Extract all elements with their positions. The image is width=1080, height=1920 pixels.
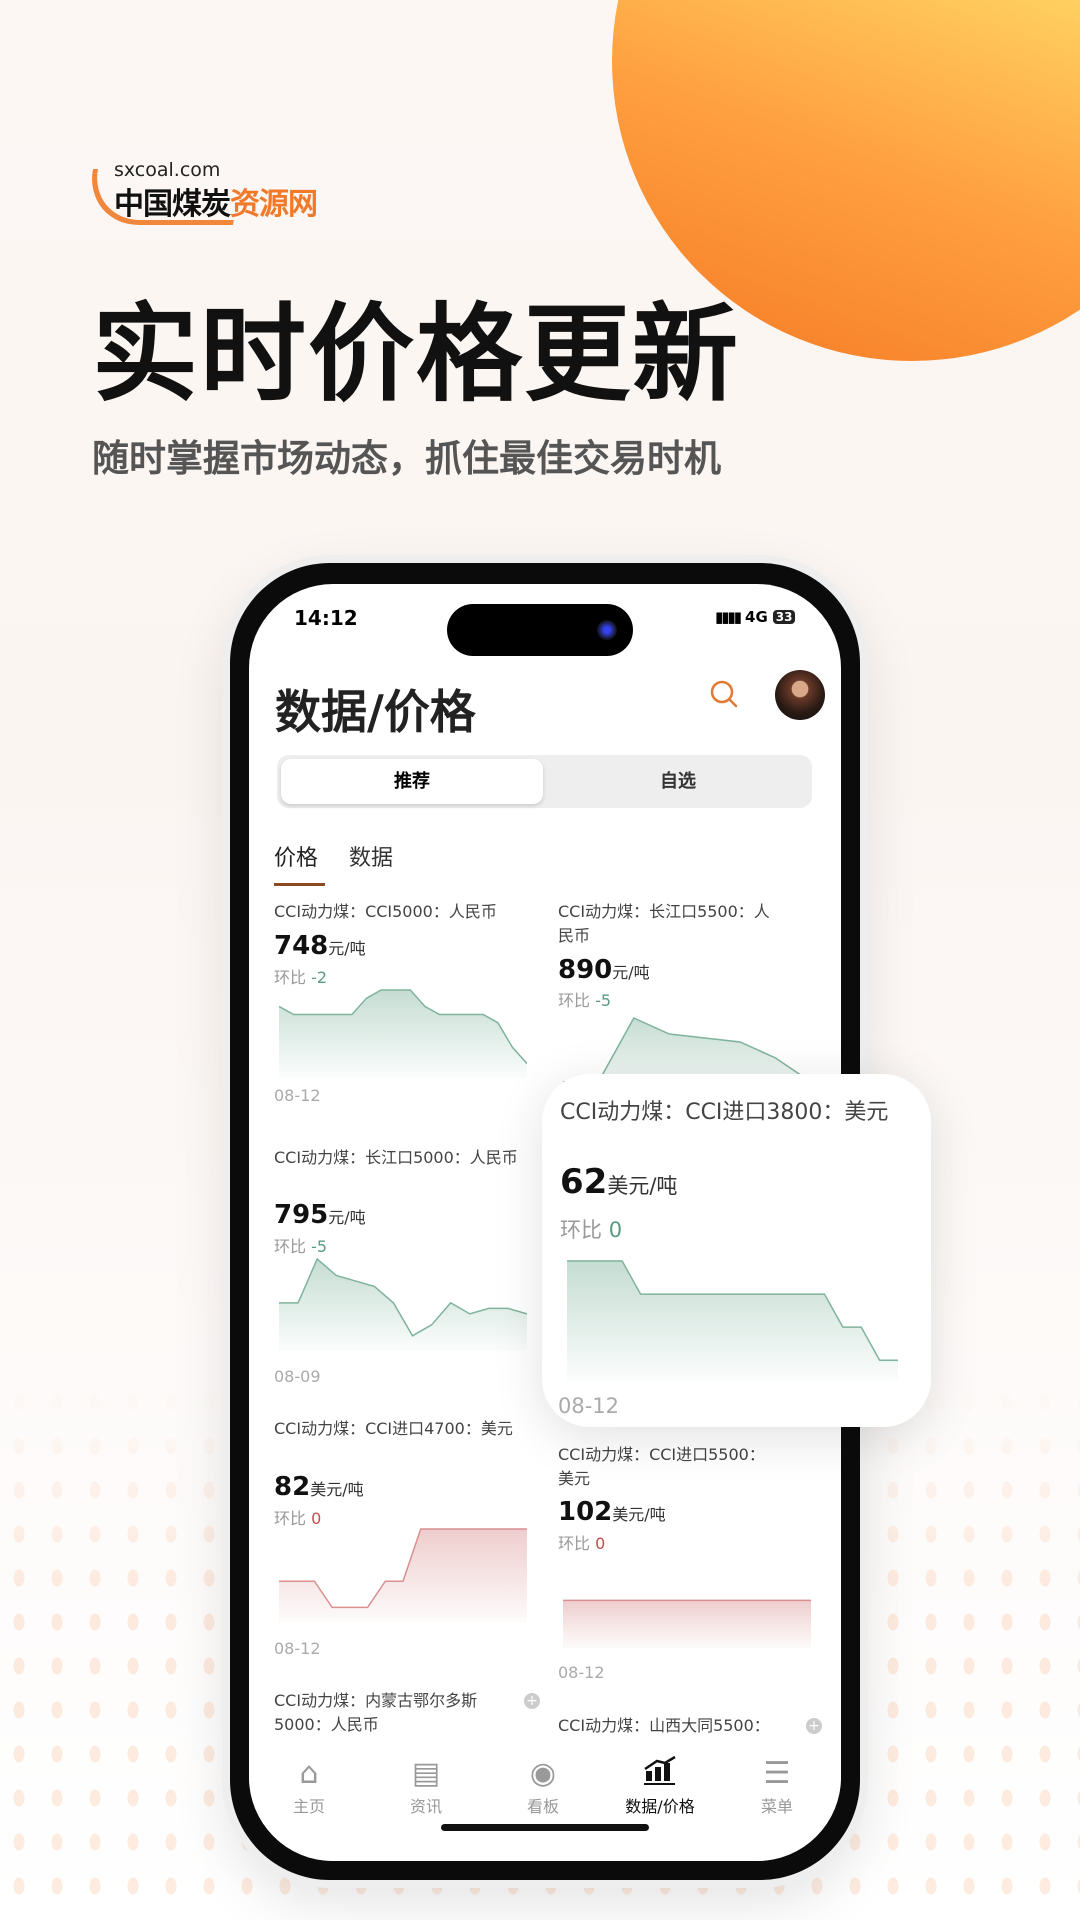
- status-indicators: ▮▮▮▮ 4G 33: [715, 608, 796, 626]
- dynamic-island: [447, 604, 633, 656]
- card-date: 08-12: [274, 1086, 321, 1105]
- card-title: CCI动力煤：CCI5000：人民币: [274, 902, 497, 921]
- tab-underline: [274, 883, 325, 886]
- card-title: CCI动力煤：山西大同5500：: [558, 1716, 770, 1735]
- nav-label: 主页: [292, 1797, 325, 1816]
- card-date: 08-12: [558, 1663, 605, 1682]
- card-value: 102美元/吨: [558, 1497, 666, 1527]
- home-icon: ⌂: [299, 1756, 319, 1791]
- nav-item[interactable]: ◉ 看板: [488, 1755, 598, 1817]
- subheadline: 随时掌握市场动态，抓住最佳交易时机: [92, 437, 721, 480]
- menu-icon: ☰: [763, 1756, 791, 1791]
- sparkline-chart: [567, 1260, 898, 1381]
- sparkline-chart: [279, 1257, 527, 1351]
- page-title: 数据/价格: [275, 685, 476, 739]
- card-title: CCI动力煤：CCI进口3800：美元: [560, 1100, 889, 1125]
- card-title: CCI动力煤：CCI进口4700：美元: [274, 1419, 513, 1438]
- card-value: 890元/吨: [558, 955, 650, 985]
- card-change: 环比 0: [560, 1218, 623, 1242]
- card-date: 08-12: [558, 1394, 620, 1418]
- news-icon: ▤: [411, 1756, 441, 1791]
- nav-label: 看板: [526, 1797, 559, 1816]
- nav-item[interactable]: ⌂ 主页: [254, 1755, 364, 1817]
- add-watchlist-icon[interactable]: +: [524, 1693, 540, 1709]
- nav-label: 数据/价格: [625, 1797, 695, 1816]
- segment-watchlist[interactable]: 自选: [547, 759, 809, 804]
- sparkline-area: [567, 1261, 898, 1381]
- network-label: 4G: [745, 608, 768, 626]
- battery-icon: 33: [772, 610, 796, 624]
- sparkline-area: [563, 1600, 811, 1648]
- home-indicator: [441, 1824, 649, 1831]
- nav-item[interactable]: ▤ 资讯: [371, 1755, 481, 1817]
- card-value: 82美元/吨: [274, 1472, 364, 1502]
- card-title: CCI动力煤：CCI进口5500：美元: [558, 1445, 765, 1488]
- chart-icon: [605, 1755, 715, 1793]
- nav-label: 资讯: [409, 1797, 442, 1816]
- bottom-nav: ⌂ 主页 ▤ 资讯 ◉ 看板 数据/价格 ☰ 菜单: [249, 1739, 841, 1861]
- card-change: 环比 -5: [274, 1237, 328, 1256]
- sparkline-chart: [279, 989, 527, 1078]
- card-date: 08-12: [274, 1639, 321, 1658]
- add-watchlist-icon[interactable]: +: [806, 1718, 822, 1734]
- card-title: CCI动力煤：长江口5000：人民币: [274, 1148, 518, 1167]
- sparkline-chart: [279, 1528, 527, 1623]
- card-date: 08-09: [274, 1367, 321, 1386]
- segmented-control: 推荐 自选: [277, 755, 812, 808]
- tab-price[interactable]: 价格: [274, 840, 318, 872]
- status-time: 14:12: [294, 606, 358, 630]
- card-change: 环比 -2: [274, 968, 328, 987]
- sparkline-chart: [563, 1599, 811, 1648]
- nav-label: 菜单: [760, 1797, 793, 1816]
- brand-logo: sxcoal.com 中国煤炭资源网: [83, 159, 328, 227]
- card-change: 环比 0: [558, 1534, 606, 1553]
- card-title: CCI动力煤：长江口5500：人民币: [558, 902, 770, 945]
- logo-domain: sxcoal.com: [114, 159, 221, 181]
- logo-name: 中国煤炭资源网: [114, 187, 318, 222]
- card-value: 748元/吨: [274, 931, 366, 961]
- segment-recommended[interactable]: 推荐: [281, 759, 543, 804]
- highlight-price-card[interactable]: CCI动力煤：CCI进口3800：美元 62美元/吨 环比 0 08-12: [542, 1074, 931, 1427]
- compass-icon: ◉: [529, 1756, 557, 1791]
- card-change: 环比 -5: [558, 991, 612, 1010]
- nav-item[interactable]: 数据/价格: [605, 1755, 715, 1817]
- signal-icon: ▮▮▮▮: [715, 608, 742, 626]
- nav-item[interactable]: ☰ 菜单: [722, 1755, 832, 1817]
- card-value: 795元/吨: [274, 1200, 366, 1230]
- card-title: CCI动力煤：内蒙古鄂尔多斯5000：人民币: [274, 1691, 478, 1734]
- sparkline-area: [279, 1259, 527, 1351]
- sparkline-area: [279, 990, 527, 1078]
- card-value: 62美元/吨: [560, 1162, 678, 1202]
- tab-data[interactable]: 数据: [349, 840, 393, 872]
- headline: 实时价格更新: [92, 293, 740, 416]
- search-icon[interactable]: [709, 679, 739, 709]
- avatar[interactable]: [775, 670, 825, 720]
- sparkline-area: [279, 1529, 527, 1623]
